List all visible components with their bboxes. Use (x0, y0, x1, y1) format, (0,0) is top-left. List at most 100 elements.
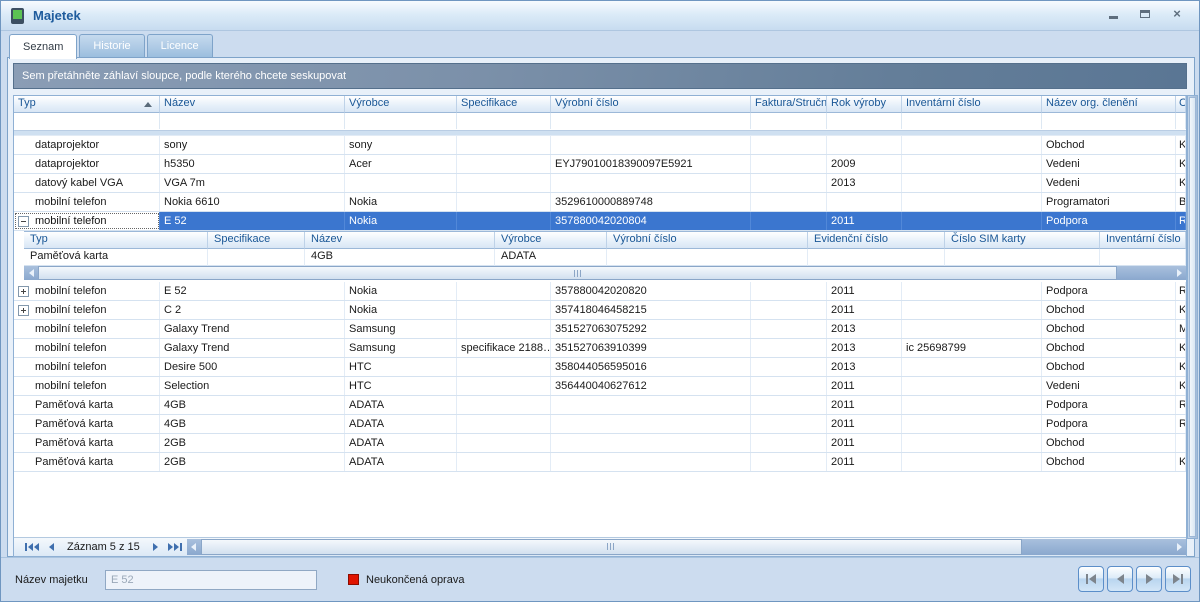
cell-vyrobni-cislo[interactable] (551, 434, 751, 452)
column-header-typ[interactable]: Typ (14, 96, 160, 113)
cell-typ[interactable]: Paměťová karta (14, 415, 160, 433)
cell-nazev[interactable]: Galaxy Trend (160, 320, 345, 338)
column-header-nazev-org-cleneni[interactable]: Název org. členění (1042, 96, 1176, 113)
cell-nazev-org-cleneni[interactable]: Programatori (1042, 193, 1176, 211)
table-row[interactable]: mobilní telefonE 52Nokia3578800420208202… (14, 282, 1186, 301)
cell-vyrobce[interactable]: ADATA (345, 415, 457, 433)
cell-vyrobni-cislo[interactable]: 356440040627612 (551, 377, 751, 395)
cell-nazev-org-cleneni[interactable]: Obchod (1042, 453, 1176, 471)
cell-nazev[interactable]: E 52 (160, 212, 345, 230)
cell-vyrobni-cislo[interactable]: 357418046458215 (551, 301, 751, 319)
cell-specifikace[interactable] (457, 434, 551, 452)
cell-rok-vyroby[interactable]: 2011 (827, 434, 902, 452)
scrollbar-track[interactable] (1117, 266, 1172, 280)
cell-inventarni-cislo[interactable] (902, 301, 1042, 319)
filter-cell-inventarni-cislo[interactable] (902, 113, 1042, 129)
cell-vyrobce[interactable]: ADATA (345, 453, 457, 471)
cell-rok-vyroby[interactable]: 2011 (827, 377, 902, 395)
cell-nazev-org-cleneni[interactable]: Vedeni (1042, 377, 1176, 395)
unfinished-repair-indicator[interactable] (348, 574, 359, 585)
cell-inventarni-cislo[interactable] (902, 282, 1042, 300)
cell-nazev-org-cleneni[interactable]: Podpora (1042, 396, 1176, 414)
detail-cell[interactable] (208, 249, 305, 266)
cell-c[interactable] (1176, 434, 1186, 452)
cell-nazev-org-cleneni[interactable]: Obchod (1042, 358, 1176, 376)
table-row[interactable]: dataprojektorsonysonyObchodK (14, 136, 1186, 155)
column-header-vyrobni-cislo[interactable]: Výrobní číslo (551, 96, 751, 113)
cell-rok-vyroby[interactable]: 2011 (827, 301, 902, 319)
horizontal-scrollbar[interactable] (187, 539, 1186, 555)
tab-licence[interactable]: Licence (147, 34, 213, 57)
cell-specifikace[interactable] (457, 301, 551, 319)
cell-rok-vyroby[interactable]: 2011 (827, 212, 902, 230)
detail-column-header[interactable]: Výrobní číslo (607, 232, 808, 249)
cell-specifikace[interactable] (457, 174, 551, 192)
scroll-right-button[interactable] (1172, 539, 1186, 555)
column-header-vyrobce[interactable]: Výrobce (345, 96, 457, 113)
last-record-button[interactable] (163, 543, 187, 551)
cell-c[interactable]: K (1176, 358, 1186, 376)
cell-vyrobni-cislo[interactable] (551, 396, 751, 414)
cell-vyrobni-cislo[interactable]: 3529610000889748 (551, 193, 751, 211)
detail-horizontal-scrollbar[interactable] (24, 266, 1186, 280)
cell-nazev[interactable]: VGA 7m (160, 174, 345, 192)
asset-name-field[interactable] (105, 570, 317, 590)
cell-rok-vyroby[interactable]: 2011 (827, 453, 902, 471)
cell-vyrobni-cislo[interactable] (551, 136, 751, 154)
cell-rok-vyroby[interactable]: 2013 (827, 320, 902, 338)
cell-rok-vyroby[interactable]: 2009 (827, 155, 902, 173)
cell-rok-vyroby[interactable]: 2013 (827, 339, 902, 357)
scroll-right-button[interactable] (1172, 266, 1186, 280)
cell-faktura-strucna[interactable] (751, 282, 827, 300)
tab-seznam[interactable]: Seznam (9, 34, 77, 59)
cell-vyrobce[interactable]: Nokia (345, 212, 457, 230)
cell-c[interactable]: K (1176, 136, 1186, 154)
cell-vyrobce[interactable] (345, 174, 457, 192)
column-header-specifikace[interactable]: Specifikace (457, 96, 551, 113)
filter-cell-rok-vyroby[interactable] (827, 113, 902, 129)
cell-inventarni-cislo[interactable] (902, 434, 1042, 452)
table-row[interactable]: datový kabel VGAVGA 7m2013VedeniK (14, 174, 1186, 193)
cell-c[interactable]: K (1176, 377, 1186, 395)
cell-specifikace[interactable] (457, 193, 551, 211)
cell-typ[interactable]: mobilní telefon (14, 339, 160, 357)
cell-vyrobni-cislo[interactable] (551, 174, 751, 192)
cell-typ[interactable]: dataprojektor (14, 136, 160, 154)
cell-nazev-org-cleneni[interactable]: Obchod (1042, 301, 1176, 319)
filter-cell-specifikace[interactable] (457, 113, 551, 129)
cell-nazev-org-cleneni[interactable]: Podpora (1042, 282, 1176, 300)
cell-typ[interactable]: dataprojektor (14, 155, 160, 173)
cell-inventarni-cislo[interactable] (902, 453, 1042, 471)
cell-nazev[interactable]: E 52 (160, 282, 345, 300)
cell-rok-vyroby[interactable]: 2011 (827, 282, 902, 300)
cell-inventarni-cislo[interactable] (902, 174, 1042, 192)
table-row[interactable]: dataprojektorh5350AcerEYJ79010018390097E… (14, 155, 1186, 174)
cell-nazev-org-cleneni[interactable]: Podpora (1042, 415, 1176, 433)
cell-specifikace[interactable]: specifikace 2188… (457, 339, 551, 357)
cell-vyrobce[interactable]: HTC (345, 377, 457, 395)
cell-faktura-strucna[interactable] (751, 212, 827, 230)
cell-faktura-strucna[interactable] (751, 136, 827, 154)
cell-faktura-strucna[interactable] (751, 301, 827, 319)
expand-button[interactable] (18, 286, 29, 297)
cell-vyrobce[interactable]: Acer (345, 155, 457, 173)
cell-c[interactable]: K (1176, 453, 1186, 471)
cell-specifikace[interactable] (457, 212, 551, 230)
column-header-faktura-strucna[interactable]: Faktura/Stručná (751, 96, 827, 113)
grid-filter-row[interactable] (14, 113, 1186, 131)
scrollbar-track[interactable] (1022, 539, 1172, 555)
cell-faktura-strucna[interactable] (751, 193, 827, 211)
collapse-button[interactable] (18, 216, 29, 227)
table-row[interactable]: Paměťová karta2GBADATA2011Obchod (14, 434, 1186, 453)
nav-next-button[interactable] (1136, 566, 1162, 592)
scrollbar-thumb[interactable] (201, 539, 1022, 555)
cell-nazev-org-cleneni[interactable]: Obchod (1042, 434, 1176, 452)
cell-vyrobce[interactable]: HTC (345, 358, 457, 376)
cell-inventarni-cislo[interactable]: ic 25698799 (902, 339, 1042, 357)
cell-faktura-strucna[interactable] (751, 320, 827, 338)
maximize-button[interactable] (1137, 6, 1153, 21)
table-row[interactable]: mobilní telefonGalaxy TrendSamsungspecif… (14, 339, 1186, 358)
cell-vyrobni-cislo[interactable] (551, 415, 751, 433)
cell-vyrobni-cislo[interactable] (551, 453, 751, 471)
cell-nazev[interactable]: 4GB (160, 415, 345, 433)
